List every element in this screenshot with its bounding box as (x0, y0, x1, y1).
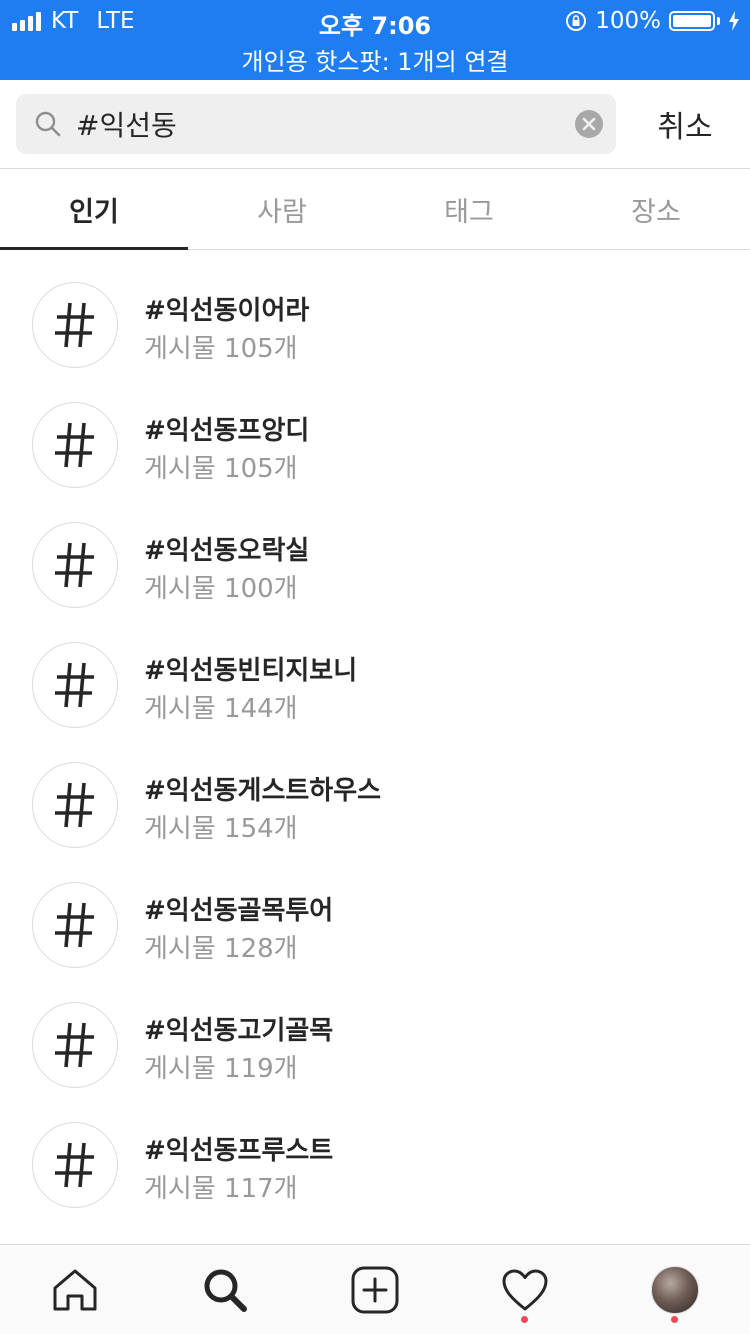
home-icon (53, 1269, 97, 1311)
search-tab-button[interactable] (200, 1265, 250, 1315)
post-count: 게시물 100개 (144, 574, 298, 604)
list-item[interactable]: #익선동게스트하우스 게시물 154개 (0, 750, 750, 870)
post-count: 게시물 154개 (144, 814, 298, 844)
battery-icon (669, 11, 720, 31)
search-input[interactable] (76, 94, 566, 154)
hashtag-icon (32, 1122, 118, 1208)
hashtag-name: #익선동고기골목 (144, 1016, 334, 1046)
post-count: 게시물 105개 (144, 334, 298, 364)
list-item[interactable]: #익선동빈티지보니 게시물 144개 (0, 630, 750, 750)
battery-percent: 100% (595, 8, 661, 34)
post-count: 게시물 119개 (144, 1054, 298, 1084)
post-count: 게시물 128개 (144, 934, 298, 964)
add-post-icon (351, 1266, 399, 1314)
new-post-button[interactable] (350, 1265, 400, 1315)
post-count: 게시물 105개 (144, 454, 298, 484)
profile-notification-dot (671, 1316, 678, 1323)
hashtag-name: #익선동골목투어 (144, 896, 334, 926)
list-item[interactable]: #익선동이어라 게시물 105개 (0, 270, 750, 390)
hashtag-name: #익선동이어라 (144, 296, 310, 326)
hashtag-icon (32, 282, 118, 368)
avatar (651, 1266, 699, 1314)
hashtag-icon (32, 882, 118, 968)
tab-people[interactable]: 사람 (188, 169, 376, 249)
list-item[interactable]: #익선동고기골목 게시물 119개 (0, 990, 750, 1110)
post-count: 게시물 144개 (144, 694, 298, 724)
hotspot-banner[interactable]: 개인용 핫스팟: 1개의 연결 (0, 42, 750, 77)
tab-places[interactable]: 장소 (562, 169, 750, 249)
hashtag-icon (32, 402, 118, 488)
tab-top[interactable]: 인기 (0, 169, 188, 249)
charging-icon (729, 11, 739, 31)
hashtag-name: #익선동프루스트 (144, 1136, 334, 1166)
list-item[interactable]: #익선동골목투어 게시물 128개 (0, 870, 750, 990)
heart-icon (502, 1269, 548, 1311)
post-count: 게시물 117개 (144, 1174, 298, 1204)
status-right: 100% (565, 6, 740, 36)
rotation-lock-icon (566, 11, 587, 31)
cancel-button[interactable]: 취소 (640, 94, 730, 154)
search-tabs: 인기 사람 태그 장소 (0, 168, 750, 250)
list-item[interactable]: #익선동오락실 게시물 100개 (0, 510, 750, 630)
hashtag-icon (32, 522, 118, 608)
list-item[interactable]: #익선동프앙디 게시물 105개 (0, 390, 750, 510)
bottom-nav-bar (0, 1244, 750, 1334)
hashtag-name: #익선동오락실 (144, 536, 310, 566)
status-bar: KT LTE 오후 7:06 100% 개인용 핫스팟: 1개의 연결 (0, 0, 750, 80)
tab-tags[interactable]: 태그 (375, 169, 563, 249)
search-icon (204, 1269, 247, 1312)
search-bar[interactable] (16, 94, 616, 154)
hashtag-name: #익선동프앙디 (144, 416, 310, 446)
profile-button[interactable] (650, 1265, 700, 1315)
activity-button[interactable] (500, 1265, 550, 1315)
clear-search-icon[interactable] (574, 109, 604, 139)
hashtag-icon (32, 762, 118, 848)
active-tab-indicator (0, 247, 188, 250)
activity-notification-dot (521, 1316, 528, 1323)
hashtag-name: #익선동게스트하우스 (144, 776, 382, 806)
hashtag-icon (32, 642, 118, 728)
search-icon (35, 111, 61, 137)
hashtag-icon (32, 1002, 118, 1088)
hashtag-name: #익선동빈티지보니 (144, 656, 358, 686)
list-item[interactable]: #익선동프루스트 게시물 117개 (0, 1110, 750, 1230)
home-button[interactable] (50, 1265, 100, 1315)
